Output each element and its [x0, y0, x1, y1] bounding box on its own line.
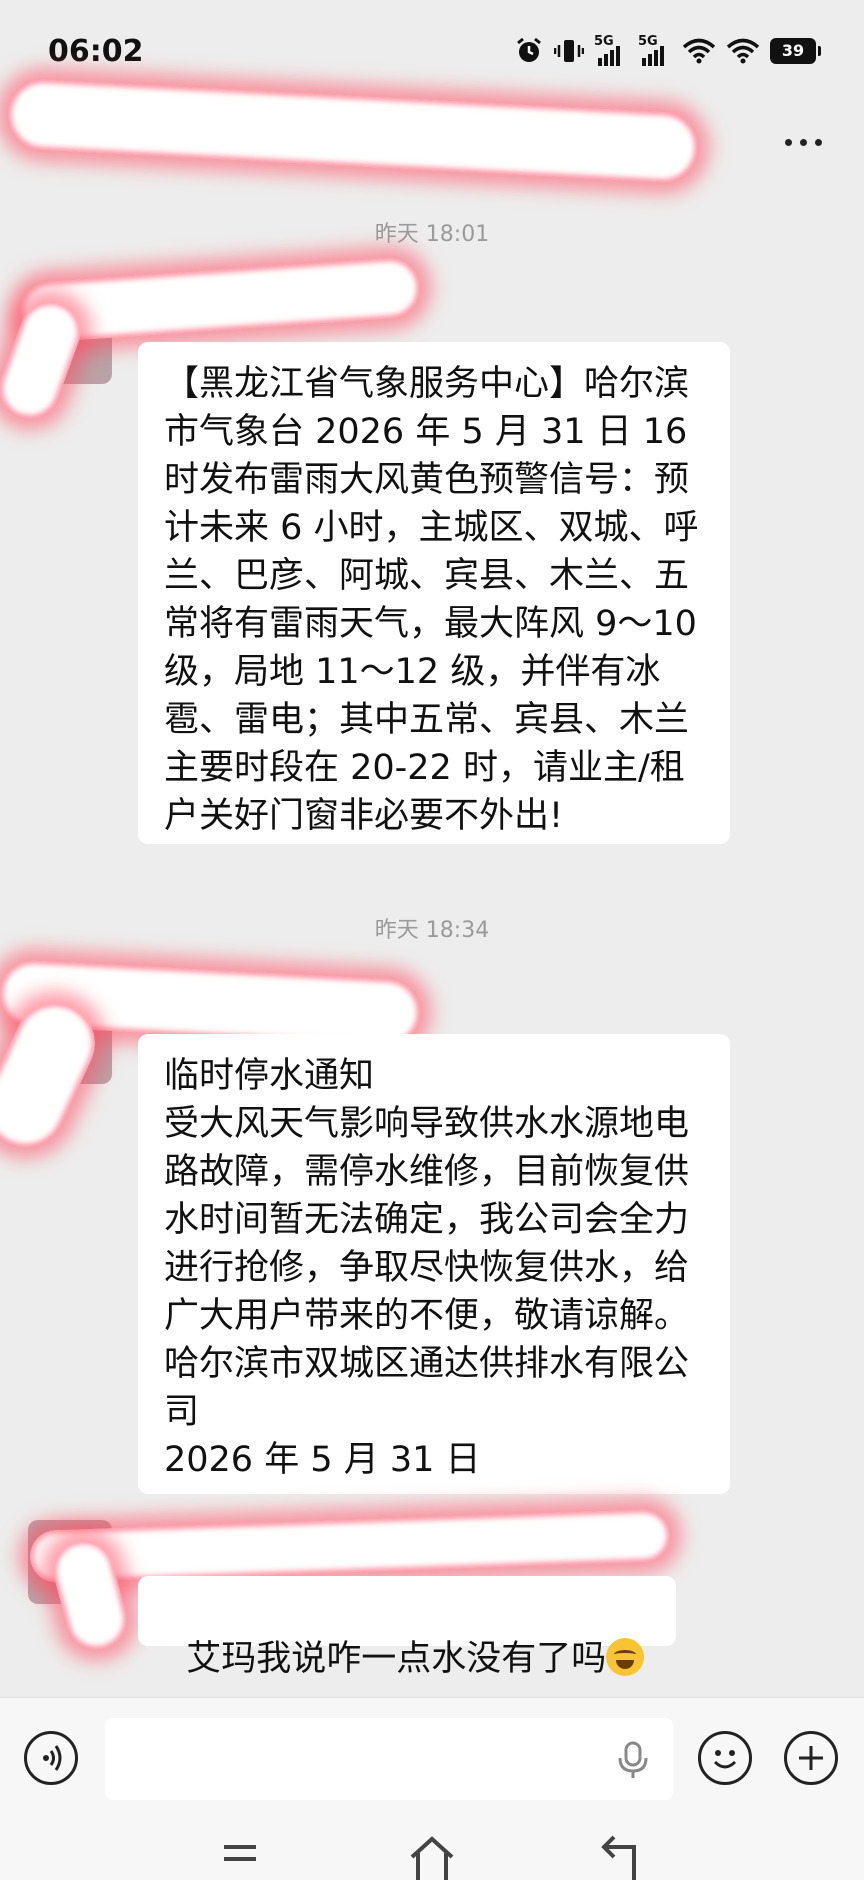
status-icons: 5G 5G 39: [514, 34, 821, 66]
message-timestamp: 昨天 18:01: [374, 222, 490, 247]
mic-icon[interactable]: [615, 1740, 651, 1780]
vibrate-icon: [554, 40, 584, 62]
message-input[interactable]: [105, 1718, 673, 1800]
add-button[interactable]: [784, 1731, 838, 1785]
voice-toggle-button[interactable]: [24, 1731, 78, 1785]
message-text: 艾玛我说咋一点水没有了吗: [186, 1639, 607, 1679]
status-time: 06:02: [48, 34, 144, 69]
message-bubble[interactable]: 艾玛我说咋一点水没有了吗: [138, 1576, 676, 1679]
wifi-icon-2: [726, 38, 760, 64]
signal-icon-2: 5G: [638, 34, 672, 66]
message-bubble[interactable]: 临时停水通知 受大风天气影响导致供水水源地电路故障，需停水维修，目前恢复供水时间…: [138, 1034, 730, 1494]
system-nav-bar: [0, 1817, 864, 1880]
message-timestamp: 昨天 18:34: [374, 918, 490, 943]
back-icon[interactable]: [594, 1827, 654, 1880]
more-icon[interactable]: [785, 139, 822, 146]
battery-icon: 39: [770, 38, 821, 64]
wifi-icon: [682, 38, 716, 64]
alarm-icon: [517, 37, 541, 62]
redaction-scribble: [29, 1508, 671, 1584]
input-bar: [0, 1697, 864, 1818]
emoji-icon: [713, 1750, 737, 1769]
plus-icon: [799, 1746, 823, 1770]
signal-icon-1: 5G: [594, 34, 628, 66]
voice-icon: [43, 1745, 62, 1771]
message-bubble[interactable]: 【黑龙江省气象服务中心】哈尔滨市气象台 2026 年 5 月 31 日 16 时…: [138, 342, 730, 844]
home-icon[interactable]: [402, 1827, 462, 1880]
crying-laughing-emoji: [606, 1638, 645, 1676]
menu-icon[interactable]: [210, 1827, 270, 1880]
emoji-button[interactable]: [698, 1731, 752, 1785]
